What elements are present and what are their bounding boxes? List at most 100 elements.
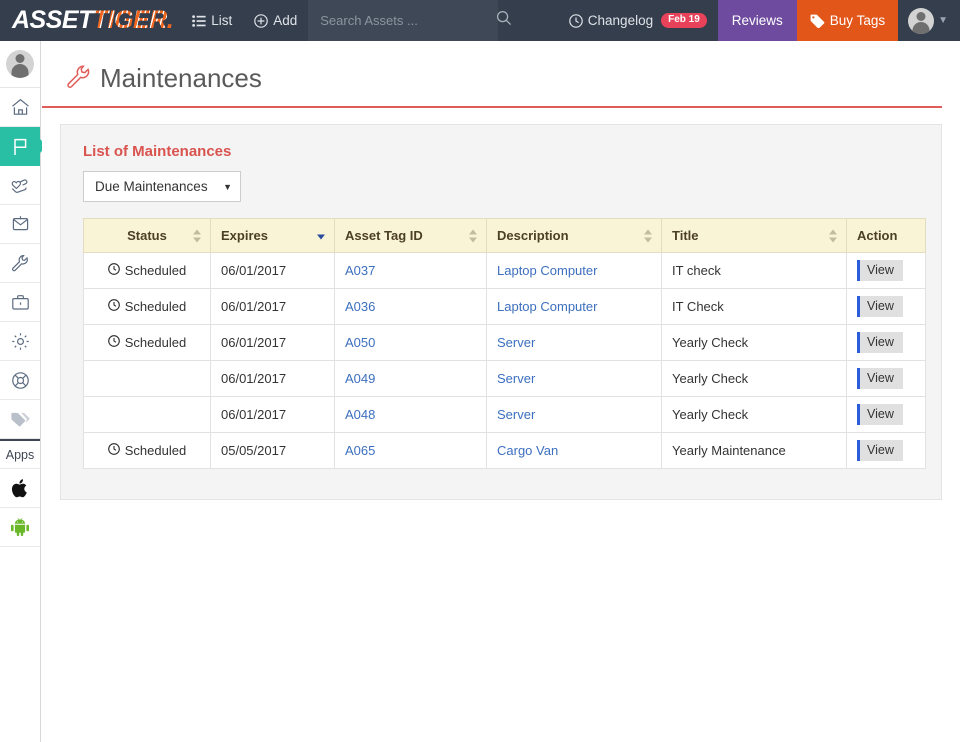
maintenance-filter-select[interactable]: Due Maintenances ▼ — [83, 171, 241, 202]
top-navbar: ASSET TIGER. List Add Search Assets ... … — [0, 0, 960, 41]
asset-tag-link[interactable]: A037 — [345, 263, 375, 278]
cell-status: Scheduled — [83, 252, 211, 289]
search-container[interactable] — [308, 0, 512, 41]
maintenances-table: Status Expires Asset Tag ID Description — [83, 218, 926, 469]
sidebar-item-donations[interactable] — [0, 166, 40, 205]
status-text: Scheduled — [124, 299, 187, 314]
cell-description[interactable]: Server — [486, 360, 662, 397]
sidebar-item-android-app[interactable] — [0, 508, 40, 547]
sort-icon-asset-tag-id[interactable] — [469, 229, 477, 242]
sidebar-item-dashboard[interactable] — [0, 88, 40, 127]
cell-description[interactable]: Server — [486, 324, 662, 361]
android-icon — [10, 518, 30, 536]
sidebar-item-tags[interactable] — [0, 400, 40, 439]
description-link[interactable]: Server — [497, 371, 535, 386]
column-label-title: Title — [672, 228, 699, 243]
chevron-down-icon: ▼ — [223, 181, 232, 192]
description-link[interactable]: Server — [497, 335, 535, 350]
column-label-status: Status — [127, 228, 167, 243]
column-label-asset-tag-id: Asset Tag ID — [345, 228, 423, 243]
nav-add-button[interactable]: Add — [243, 0, 308, 41]
asset-tag-link[interactable]: A048 — [345, 407, 375, 422]
cell-title: Yearly Maintenance — [661, 432, 847, 469]
sidebar-item-maintenance[interactable] — [0, 244, 40, 283]
view-button[interactable]: View — [857, 368, 903, 389]
nav-reviews-button[interactable]: Reviews — [717, 0, 797, 41]
tags-icon — [10, 411, 30, 428]
asset-tag-link[interactable]: A050 — [345, 335, 375, 350]
view-button[interactable]: View — [857, 404, 903, 425]
wrench-icon — [11, 254, 30, 272]
cell-asset-tag-id[interactable]: A049 — [334, 360, 487, 397]
sort-icon-status[interactable] — [193, 229, 201, 242]
sidebar-item-profile[interactable] — [0, 41, 40, 88]
maintenance-filter-value: Due Maintenances — [95, 179, 208, 194]
logo-tiger-text: TIGER — [92, 6, 167, 34]
status-text: Scheduled — [124, 263, 187, 278]
sidebar-item-flag[interactable] — [0, 127, 40, 166]
cell-asset-tag-id[interactable]: A048 — [334, 396, 487, 433]
sort-icon-expires[interactable] — [317, 229, 325, 242]
cell-description[interactable]: Server — [486, 396, 662, 433]
table-row: 06/01/2017 A049 Server Yearly Check View — [83, 360, 926, 397]
user-menu-button[interactable]: ▼ — [898, 0, 960, 41]
column-header-status[interactable]: Status — [83, 218, 211, 253]
description-link[interactable]: Laptop Computer — [497, 263, 597, 278]
column-header-description[interactable]: Description — [486, 218, 662, 253]
table-row: Scheduled 06/01/2017 A036 Laptop Computer IT… — [83, 288, 926, 325]
maintenances-panel: List of Maintenances Due Maintenances ▼ … — [60, 124, 942, 500]
description-link[interactable]: Laptop Computer — [497, 299, 597, 314]
cell-asset-tag-id[interactable]: A037 — [334, 252, 487, 289]
search-icon[interactable] — [496, 10, 512, 31]
cell-asset-tag-id[interactable]: A036 — [334, 288, 487, 325]
page-title: Maintenances — [100, 63, 262, 93]
sidebar-item-briefcase[interactable] — [0, 283, 40, 322]
logo-dot: . — [166, 6, 174, 34]
cell-description[interactable]: Cargo Van — [486, 432, 662, 469]
app-logo[interactable]: ASSET TIGER. — [0, 0, 181, 41]
sidebar-item-globe[interactable] — [0, 361, 40, 400]
table-row: Scheduled 05/05/2017 A065 Cargo Van Yearly M… — [83, 432, 926, 469]
nav-buytags-button[interactable]: Buy Tags — [796, 0, 899, 41]
nav-changelog-button[interactable]: Changelog Feb 19 — [558, 0, 718, 41]
logo-asset-text: ASSET — [12, 6, 93, 34]
sort-icon-title[interactable] — [829, 229, 837, 242]
nav-list-button[interactable]: List — [181, 0, 243, 41]
cell-description[interactable]: Laptop Computer — [486, 288, 662, 325]
cell-asset-tag-id[interactable]: A065 — [334, 432, 487, 469]
view-button[interactable]: View — [857, 440, 903, 461]
view-button[interactable]: View — [857, 296, 903, 317]
cell-title: Yearly Check — [661, 324, 847, 361]
table-row: 06/01/2017 A048 Server Yearly Check View — [83, 396, 926, 433]
asset-tag-link[interactable]: A049 — [345, 371, 375, 386]
asset-tag-link[interactable]: A036 — [345, 299, 375, 314]
cell-description[interactable]: Laptop Computer — [486, 252, 662, 289]
sidebar-item-apple-app[interactable] — [0, 469, 40, 508]
sidebar-item-settings[interactable] — [0, 322, 40, 361]
cell-status: Scheduled — [83, 288, 211, 325]
cell-action: View — [846, 252, 926, 289]
view-button[interactable]: View — [857, 332, 903, 353]
description-link[interactable]: Cargo Van — [497, 443, 558, 458]
search-input[interactable] — [320, 13, 497, 28]
sidebar-item-mailbox[interactable] — [0, 205, 40, 244]
avatar — [908, 7, 935, 34]
cell-title: Yearly Check — [661, 396, 847, 433]
cell-title: Yearly Check — [661, 360, 847, 397]
sort-icon-description[interactable] — [644, 229, 652, 242]
table-row: Scheduled 06/01/2017 A037 Laptop Computer IT… — [83, 252, 926, 289]
cell-title: IT Check — [661, 288, 847, 325]
cell-action: View — [846, 396, 926, 433]
view-button[interactable]: View — [857, 260, 903, 281]
column-header-expires[interactable]: Expires — [210, 218, 335, 253]
nav-buytags-label: Buy Tags — [829, 13, 886, 28]
cell-asset-tag-id[interactable]: A050 — [334, 324, 487, 361]
asset-tag-link[interactable]: A065 — [345, 443, 375, 458]
status-text: Scheduled — [124, 443, 187, 458]
column-header-asset-tag-id[interactable]: Asset Tag ID — [334, 218, 487, 253]
table-row: Scheduled 06/01/2017 A050 Server Yearly Chec… — [83, 324, 926, 361]
description-link[interactable]: Server — [497, 407, 535, 422]
cell-expires: 06/01/2017 — [210, 360, 335, 397]
cell-expires: 06/01/2017 — [210, 252, 335, 289]
column-header-title[interactable]: Title — [661, 218, 847, 253]
